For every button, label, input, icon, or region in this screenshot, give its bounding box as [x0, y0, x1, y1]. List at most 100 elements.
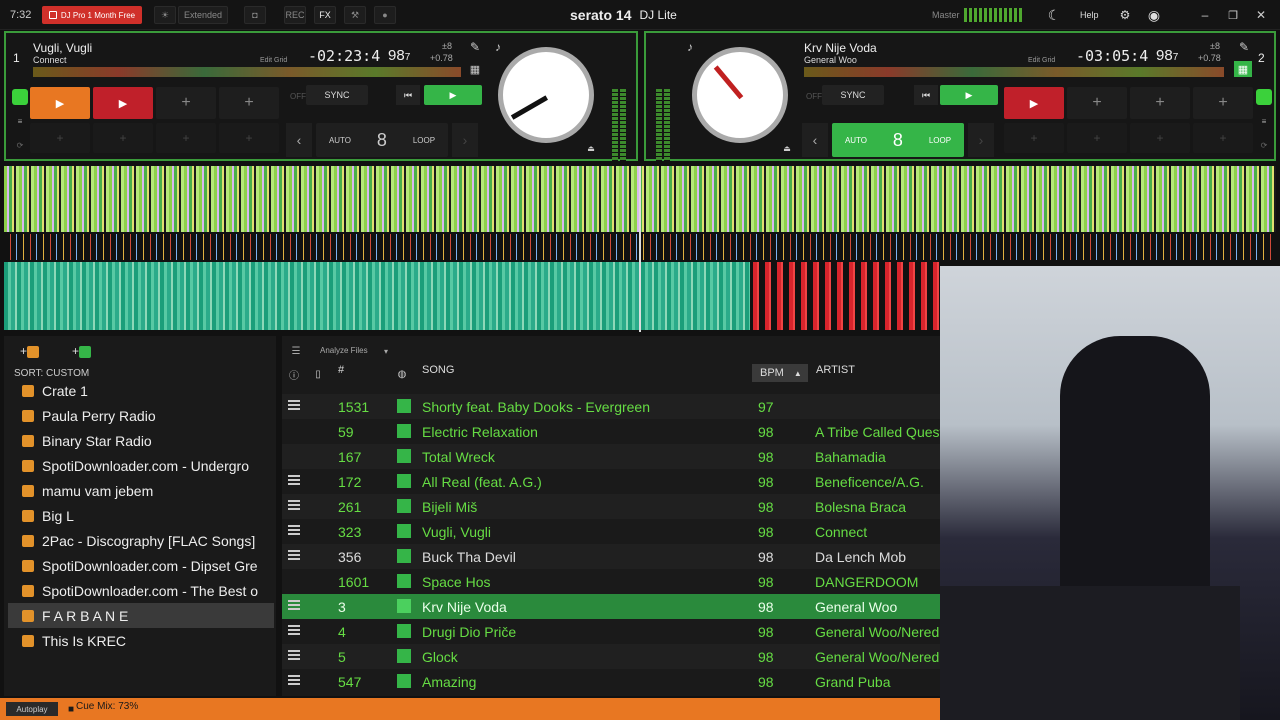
- add-crate-button[interactable]: +: [20, 344, 40, 358]
- crate-item[interactable]: This Is KREC: [8, 628, 274, 653]
- cue-pad-6[interactable]: +: [1067, 123, 1127, 153]
- crate-item-selected[interactable]: F A R B A N E: [8, 603, 274, 628]
- crate-item[interactable]: Crate 1: [8, 378, 274, 403]
- table-row[interactable]: 59 Electric Relaxation 98 A Tribe Called Qu…: [282, 419, 940, 444]
- cue-pad-6[interactable]: +: [93, 123, 153, 153]
- loop-prev-arrow[interactable]: ‹: [802, 123, 828, 157]
- play-button[interactable]: ▶: [940, 85, 998, 105]
- cue-pad-4[interactable]: +: [1193, 87, 1253, 119]
- sync-icon[interactable]: ⟳: [1256, 137, 1272, 153]
- cue-pad-5[interactable]: +: [30, 123, 90, 153]
- cue-back-button[interactable]: ⏮: [396, 85, 420, 105]
- promo-button[interactable]: DJ Pro 1 Month Free: [42, 6, 142, 24]
- music-note-icon[interactable]: ♪: [490, 39, 506, 55]
- crate-item[interactable]: SpotiDownloader.com - Undergro: [8, 453, 274, 478]
- keylock-off[interactable]: OFF: [288, 89, 308, 103]
- crate-item[interactable]: SpotiDownloader.com - The Best o: [8, 578, 274, 603]
- sync-button[interactable]: SYNC: [306, 85, 368, 105]
- column-header-song[interactable]: SONG: [422, 364, 454, 376]
- table-row[interactable]: 5 Glock 98 General Woo/Nered: [282, 644, 940, 669]
- list-icon[interactable]: ≡: [1256, 113, 1272, 129]
- crate-item[interactable]: Paula Perry Radio: [8, 403, 274, 428]
- table-row[interactable]: 167 Total Wreck 98 Bahamadia: [282, 444, 940, 469]
- edit-grid-button[interactable]: Edit Grid: [1028, 57, 1055, 64]
- eject-icon[interactable]: ⏏: [584, 141, 598, 155]
- platter[interactable]: [498, 47, 594, 143]
- column-header-bpm[interactable]: BPM ▲: [752, 364, 808, 382]
- column-header-artist[interactable]: ARTIST: [816, 364, 855, 376]
- loop-prev-arrow[interactable]: ‹: [286, 123, 312, 157]
- shield-icon[interactable]: ◘: [244, 6, 266, 24]
- keylock-off[interactable]: OFF: [804, 89, 824, 103]
- auto-loop-control[interactable]: AUTO 8 LOOP: [832, 123, 964, 157]
- crate-item[interactable]: Big L: [8, 503, 274, 528]
- cue-pad-3[interactable]: +: [156, 87, 216, 119]
- table-row[interactable]: 172 All Real (feat. A.G.) 98 Beneficence/A.…: [282, 469, 940, 494]
- cue-pad-4[interactable]: +: [219, 87, 279, 119]
- time-remaining[interactable]: -03:05:4: [1076, 47, 1148, 65]
- table-row[interactable]: 4 Drugi Dio Priče 98 General Woo/Nered: [282, 619, 940, 644]
- account-icon[interactable]: ◉: [1144, 6, 1164, 24]
- fx-button[interactable]: FX: [314, 6, 336, 24]
- sync-icon[interactable]: ⟳: [12, 137, 28, 153]
- auto-loop-control[interactable]: AUTO 8 LOOP: [316, 123, 448, 157]
- pencil-icon[interactable]: ✎: [467, 39, 483, 55]
- cue-pad-2[interactable]: +: [1067, 87, 1127, 119]
- grid-icon[interactable]: ▦: [1234, 61, 1252, 77]
- cue-back-button[interactable]: ⏮: [914, 85, 938, 105]
- music-note-icon[interactable]: ♪: [682, 39, 698, 55]
- cue-pad-1[interactable]: ▶: [1004, 87, 1064, 119]
- pencil-icon[interactable]: ✎: [1236, 39, 1252, 55]
- cue-mix-label[interactable]: Cue Mix: 73%: [76, 701, 138, 712]
- cue-pad-8[interactable]: +: [219, 123, 279, 153]
- close-icon[interactable]: ✕: [1254, 6, 1268, 24]
- mic-icon[interactable]: ●: [374, 6, 396, 24]
- list-view-icon[interactable]: ☰: [290, 346, 302, 357]
- gear-icon[interactable]: ⚙: [1118, 6, 1132, 24]
- moon-icon[interactable]: ☾: [1046, 6, 1062, 24]
- track-overview[interactable]: [33, 67, 461, 77]
- help-menu[interactable]: Help: [1080, 6, 1099, 24]
- play-button[interactable]: ▶: [424, 85, 482, 105]
- cue-pad-5[interactable]: +: [1004, 123, 1064, 153]
- cue-pad-7[interactable]: +: [1130, 123, 1190, 153]
- autoplay-button[interactable]: Autoplay: [6, 702, 58, 716]
- minimize-icon[interactable]: –: [1198, 6, 1212, 24]
- list-icon[interactable]: ≡: [12, 113, 28, 129]
- table-row-selected[interactable]: 3 Krv Nije Voda 98 General Woo: [282, 594, 940, 619]
- cue-pad-3[interactable]: +: [1130, 87, 1190, 119]
- crate-item[interactable]: SpotiDownloader.com - Dipset Gre: [8, 553, 274, 578]
- maximize-icon[interactable]: ❐: [1226, 6, 1240, 24]
- crate-item[interactable]: mamu vam jebem: [8, 478, 274, 503]
- rec-button[interactable]: REC: [284, 6, 306, 24]
- track-overview[interactable]: [804, 67, 1224, 77]
- chevron-down-icon[interactable]: ▾: [382, 346, 390, 356]
- waveform-deck-2-tail[interactable]: [750, 262, 940, 330]
- deck-side-button-1[interactable]: [1256, 89, 1272, 105]
- table-row[interactable]: 547 Amazing 98 Grand Puba: [282, 669, 940, 694]
- time-remaining[interactable]: -02:23:4: [308, 47, 380, 65]
- table-row[interactable]: 261 Bijeli Miš 98 Bolesna Braca: [282, 494, 940, 519]
- crate-item[interactable]: 2Pac - Discography [FLAC Songs]: [8, 528, 274, 553]
- cue-pad-1[interactable]: ▶: [30, 87, 90, 119]
- table-row[interactable]: 1531 Shorty feat. Baby Dooks - Evergreen 9…: [282, 394, 940, 419]
- loop-next-arrow[interactable]: ›: [968, 123, 994, 157]
- analyze-files-button[interactable]: Analyze Files: [320, 346, 368, 355]
- sync-button[interactable]: SYNC: [822, 85, 884, 105]
- loop-next-arrow[interactable]: ›: [452, 123, 478, 157]
- crate-item[interactable]: Binary Star Radio: [8, 428, 274, 453]
- platter[interactable]: [692, 47, 788, 143]
- edit-grid-button[interactable]: Edit Grid: [260, 57, 287, 64]
- table-row[interactable]: 1601 Space Hos 98 DANGERDOOM: [282, 569, 940, 594]
- display-settings-icon[interactable]: ☀: [154, 6, 176, 24]
- extended-view-select[interactable]: Extended: [178, 6, 228, 24]
- sampler-icon[interactable]: ⚒: [344, 6, 366, 24]
- cue-pad-8[interactable]: +: [1193, 123, 1253, 153]
- eject-icon[interactable]: ⏏: [780, 141, 794, 155]
- deck-side-button-1[interactable]: [12, 89, 28, 105]
- cue-pad-2[interactable]: ▶: [93, 87, 153, 119]
- grid-icon[interactable]: ▦: [467, 61, 483, 77]
- table-row[interactable]: 356 Buck Tha Devil 98 Da Lench Mob: [282, 544, 940, 569]
- column-header-number[interactable]: #: [338, 364, 344, 376]
- table-row[interactable]: 323 Vugli, Vugli 98 Connect: [282, 519, 940, 544]
